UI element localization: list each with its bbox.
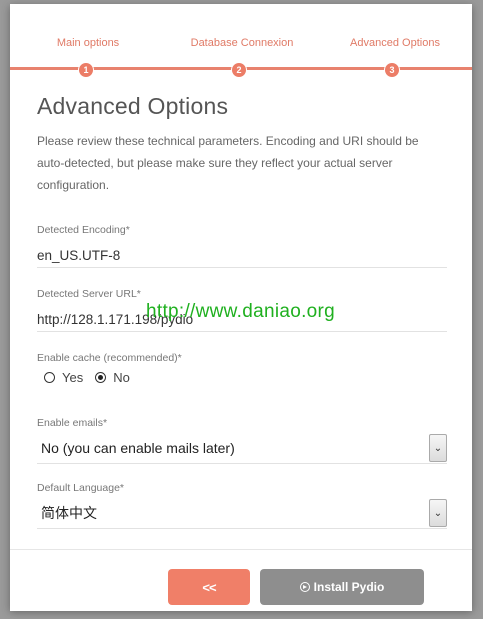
- back-button[interactable]: <<: [168, 569, 250, 605]
- cache-yes-label[interactable]: Yes: [62, 370, 83, 385]
- step-label-main-options[interactable]: Main options: [57, 37, 119, 49]
- language-label: Default Language*: [37, 482, 124, 494]
- wizard-stepper: Main options Database Connexion Advanced…: [10, 4, 472, 84]
- step-number-3[interactable]: 3: [384, 62, 400, 78]
- install-wizard-dialog: Main options Database Connexion Advanced…: [10, 4, 472, 611]
- cache-field: Enable cache (recommended)* Yes No: [37, 352, 447, 385]
- encoding-input[interactable]: en_US.UTF-8: [37, 242, 447, 268]
- install-button-label: Install Pydio: [313, 580, 385, 594]
- chevron-down-icon[interactable]: ⌄: [429, 434, 447, 462]
- language-field: Default Language* 简体中文 ⌄: [37, 482, 447, 529]
- step-label-advanced-options[interactable]: Advanced Options: [350, 37, 440, 49]
- watermark-text: http://www.daniao.org: [146, 301, 336, 322]
- emails-select[interactable]: No (you can enable mails later) ⌄: [37, 433, 447, 464]
- cache-yes-radio[interactable]: [44, 372, 55, 383]
- wizard-footer: << Install Pydio: [10, 549, 472, 611]
- emails-field: Enable emails* No (you can enable mails …: [37, 417, 447, 464]
- encoding-field: Detected Encoding* en_US.UTF-8: [37, 224, 447, 268]
- emails-select-value[interactable]: No (you can enable mails later): [41, 440, 235, 456]
- chevron-down-icon[interactable]: ⌄: [429, 499, 447, 527]
- install-button[interactable]: Install Pydio: [260, 569, 424, 605]
- play-icon: [299, 582, 310, 592]
- encoding-label: Detected Encoding*: [37, 224, 130, 236]
- step-label-database-connexion[interactable]: Database Connexion: [191, 37, 294, 49]
- step-number-1[interactable]: 1: [78, 62, 94, 78]
- cache-no-label[interactable]: No: [113, 370, 130, 385]
- page-description: Please review these technical parameters…: [37, 134, 419, 192]
- advanced-options-intro: Advanced Options Please review these tec…: [37, 90, 447, 196]
- page-title: Advanced Options: [37, 93, 229, 119]
- language-select-value[interactable]: 简体中文: [41, 503, 97, 523]
- emails-label: Enable emails*: [37, 417, 108, 429]
- cache-radio-group: Yes No: [37, 370, 447, 385]
- server-url-label: Detected Server URL*: [37, 288, 141, 300]
- step-number-2[interactable]: 2: [231, 62, 247, 78]
- language-select[interactable]: 简体中文 ⌄: [37, 498, 447, 529]
- cache-no-radio[interactable]: [95, 372, 107, 383]
- cache-label: Enable cache (recommended)*: [37, 352, 182, 364]
